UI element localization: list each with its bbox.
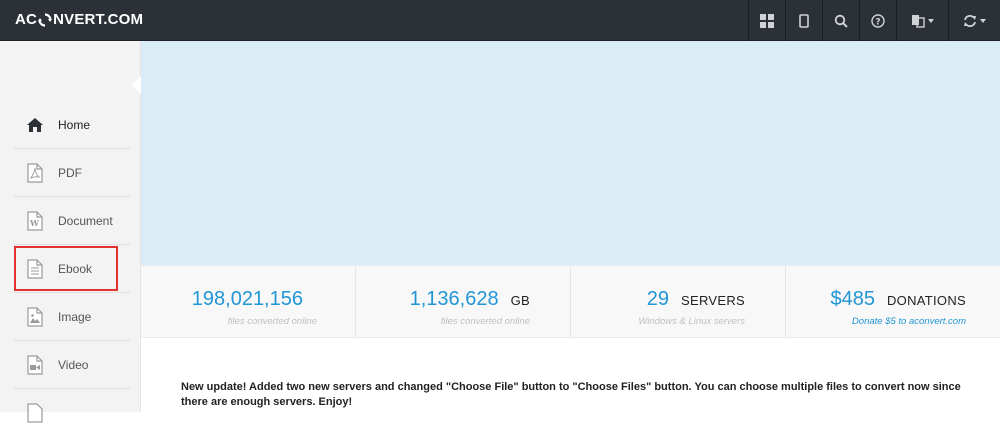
tablet-icon: [799, 13, 809, 28]
svg-text:?: ?: [875, 17, 880, 27]
video-file-icon: [26, 354, 44, 375]
stat-unit: GB: [510, 293, 530, 308]
sidebar-item-label: PDF: [58, 165, 82, 180]
sidebar-item-home[interactable]: Home: [14, 101, 130, 149]
sidebar-item-label: Home: [58, 117, 91, 132]
sidebar: Home PDF W Document Ebook Image Video: [0, 41, 141, 423]
top-navbar: AC NVERT.COM ?: [0, 0, 1000, 41]
svg-text:W: W: [29, 218, 40, 228]
sidebar-item-more[interactable]: [14, 389, 130, 437]
site-logo[interactable]: AC NVERT.COM: [15, 11, 143, 28]
stat-caption: files converted online: [440, 316, 530, 327]
sidebar-item-ebook[interactable]: Ebook: [14, 245, 130, 293]
refresh-icon: [963, 14, 977, 28]
language-icon: [911, 14, 925, 28]
stat-unit: DONATIONS: [886, 293, 966, 308]
search-icon: [834, 14, 848, 28]
help-button[interactable]: ?: [859, 0, 896, 41]
logo-convert-icon: [38, 12, 53, 27]
search-button[interactable]: [822, 0, 859, 41]
image-file-icon: [26, 306, 44, 327]
banner-area: [141, 41, 1000, 265]
logo-text-left: AC: [15, 11, 38, 28]
stat-files-converted: 198,021,156 files converted online: [141, 266, 356, 337]
ebook-file-icon: [26, 258, 44, 279]
update-notice: New update! Added two new servers and ch…: [181, 381, 961, 408]
stat-gb-converted: 1,136,628 GB files converted online: [356, 266, 571, 337]
donate-link[interactable]: Donate $5 to aconvert.com: [852, 316, 966, 327]
top-nav-buttons: ?: [748, 0, 1000, 41]
word-file-icon: W: [26, 210, 44, 231]
convert-dropdown[interactable]: [948, 0, 1000, 41]
chevron-down-icon: [928, 18, 934, 23]
stat-value: 198,021,156: [191, 288, 303, 310]
file-icon: [26, 403, 44, 423]
sidebar-item-pdf[interactable]: PDF: [14, 149, 130, 197]
language-dropdown[interactable]: [896, 0, 948, 41]
stat-servers: 29 SERVERS Windows & Linux servers: [571, 266, 786, 337]
stat-value: $485: [830, 288, 875, 310]
stat-caption: files converted online: [227, 316, 317, 327]
stat-caption: Windows & Linux servers: [638, 316, 745, 327]
stats-bar: 198,021,156 files converted online 1,136…: [141, 265, 1000, 338]
logo-text-right: NVERT.COM: [53, 11, 144, 28]
sidebar-item-document[interactable]: W Document: [14, 197, 130, 245]
grid-icon: [760, 13, 774, 28]
sidebar-item-label: Video: [58, 357, 89, 372]
sidebar-item-label: Document: [58, 213, 113, 228]
sidebar-item-video[interactable]: Video: [14, 341, 130, 389]
chevron-down-icon: [980, 18, 986, 23]
help-icon: ?: [871, 13, 885, 28]
stat-donations: $485 DONATIONS Donate $5 to aconvert.com: [786, 266, 1000, 337]
grid-button[interactable]: [748, 0, 785, 41]
sidebar-item-image[interactable]: Image: [14, 293, 130, 341]
stat-value: 1,136,628: [409, 288, 499, 310]
stat-value: 29: [646, 288, 669, 310]
sidebar-item-label: Image: [58, 309, 92, 324]
stat-unit: SERVERS: [681, 293, 745, 308]
home-icon: [26, 115, 44, 135]
mobile-button[interactable]: [785, 0, 822, 41]
active-item-pointer: [131, 76, 141, 94]
pdf-file-icon: [26, 162, 44, 183]
sidebar-item-label: Ebook: [58, 261, 93, 276]
